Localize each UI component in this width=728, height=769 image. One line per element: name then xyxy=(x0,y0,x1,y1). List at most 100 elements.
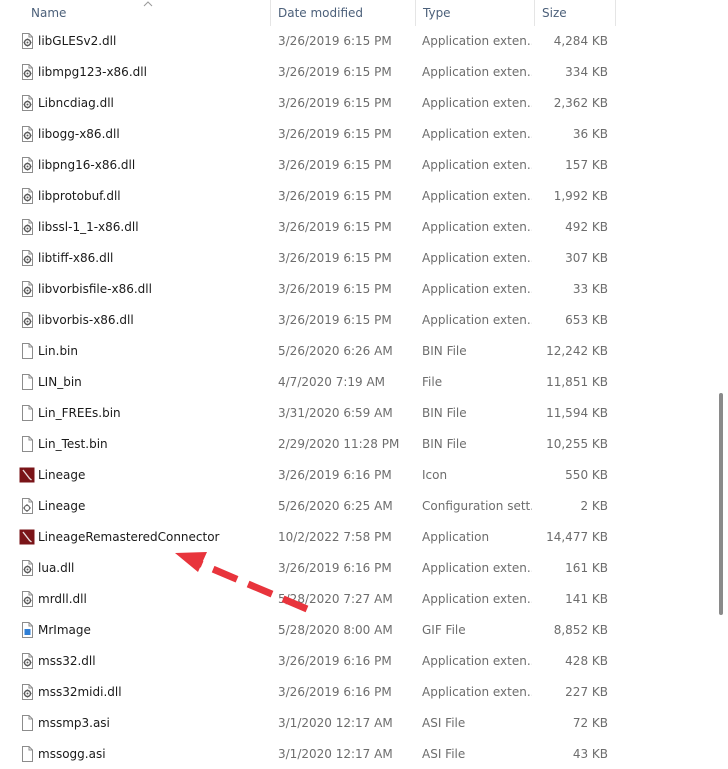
file-type: Application exten... xyxy=(422,282,532,296)
column-header-date[interactable]: Date modified xyxy=(271,0,415,26)
file-type: Application exten... xyxy=(422,685,532,699)
file-row[interactable]: Lineage 3/26/2019 6:16 PM Icon 550 KB xyxy=(0,460,616,491)
file-size: 14,477 KB xyxy=(546,530,608,544)
file-row[interactable]: MrImage 5/28/2020 8:00 AM GIF File 8,852 KB xyxy=(0,615,616,646)
file-name: LineageRemasteredConnector xyxy=(38,530,220,544)
file-name: mrdll.dll xyxy=(38,592,87,606)
vertical-scrollbar[interactable] xyxy=(718,0,728,769)
file-row[interactable]: mss32midi.dll 3/26/2019 6:16 PM Applicatio… xyxy=(0,677,616,708)
dll-gear-icon xyxy=(19,32,35,50)
dll-gear-icon xyxy=(19,156,35,174)
file-row[interactable]: libssl-1_1-x86.dll 3/26/2019 6:15 PM Appli… xyxy=(0,212,616,243)
file-row[interactable]: libogg-x86.dll 3/26/2019 6:15 PM Applicati… xyxy=(0,119,616,150)
column-separator[interactable] xyxy=(615,0,616,26)
lineage-app-icon xyxy=(19,466,35,484)
file-row[interactable]: mrdll.dll 5/28/2020 7:27 AM Application ex… xyxy=(0,584,616,615)
file-size: 307 KB xyxy=(565,251,608,265)
file-size: 33 KB xyxy=(572,282,608,296)
file-name: mss32.dll xyxy=(38,654,96,668)
file-name: libpng16-x86.dll xyxy=(38,158,136,172)
file-row[interactable]: libvorbis-x86.dll 3/26/2019 6:15 PM Applic… xyxy=(0,305,616,336)
file-size: 11,851 KB xyxy=(546,375,608,389)
file-type: Application exten... xyxy=(422,313,532,327)
dll-gear-icon xyxy=(19,63,35,81)
dll-gear-icon xyxy=(19,218,35,236)
file-date-modified: 3/26/2019 6:15 PM xyxy=(278,251,392,265)
file-row[interactable]: LIN_bin 4/7/2020 7:19 AM File 11,851 KB xyxy=(0,367,616,398)
file-row[interactable]: Libncdiag.dll 3/26/2019 6:15 PM Applicatio… xyxy=(0,88,616,119)
column-header-type[interactable]: Type xyxy=(416,0,534,26)
file-date-modified: 3/26/2019 6:15 PM xyxy=(278,158,392,172)
file-size: 12,242 KB xyxy=(546,344,608,358)
file-date-modified: 3/26/2019 6:16 PM xyxy=(278,685,392,699)
file-row[interactable]: libvorbisfile-x86.dll 3/26/2019 6:15 PM Ap… xyxy=(0,274,616,305)
file-date-modified: 5/26/2020 6:25 AM xyxy=(278,499,393,513)
file-row[interactable]: Lin.bin 5/26/2020 6:26 AM BIN File 12,242 K… xyxy=(0,336,616,367)
file-type: GIF File xyxy=(422,623,466,637)
file-row[interactable]: Lin_FREEs.bin 3/31/2020 6:59 AM BIN File 11… xyxy=(0,398,616,429)
file-date-modified: 10/2/2022 7:58 PM xyxy=(278,530,392,544)
file-row[interactable]: LineageRemasteredConnector 10/2/2022 7:58… xyxy=(0,522,616,553)
file-name: LIN_bin xyxy=(38,375,82,389)
file-type: File xyxy=(422,375,443,389)
file-row[interactable]: Lin_Test.bin 2/29/2020 11:28 PM BIN File 10… xyxy=(0,429,616,460)
file-size: 157 KB xyxy=(565,158,608,172)
column-header-size[interactable]: Size xyxy=(535,0,615,26)
dll-gear-icon xyxy=(19,187,35,205)
dll-gear-icon xyxy=(19,280,35,298)
file-type: BIN File xyxy=(422,344,467,358)
file-name: MrImage xyxy=(38,623,91,637)
file-row[interactable]: lua.dll 3/26/2019 6:16 PM Application exte… xyxy=(0,553,616,584)
scrollbar-thumb[interactable] xyxy=(719,393,723,615)
file-type: Application xyxy=(422,530,490,544)
file-date-modified: 3/31/2020 6:59 AM xyxy=(278,406,393,420)
file-name: Lineage xyxy=(38,499,86,513)
file-row[interactable]: libmpg123-x86.dll 3/26/2019 6:15 PM Applic… xyxy=(0,57,616,88)
file-row[interactable]: libtiff-x86.dll 3/26/2019 6:15 PM Applicat… xyxy=(0,243,616,274)
file-name: mssmp3.asi xyxy=(38,716,110,730)
file-name: libssl-1_1-x86.dll xyxy=(38,220,139,234)
file-name: libGLESv2.dll xyxy=(38,34,117,48)
file-row[interactable]: mss32.dll 3/26/2019 6:16 PM Application ex… xyxy=(0,646,616,677)
dll-gear-icon xyxy=(19,249,35,267)
file-type: Application exten... xyxy=(422,158,532,172)
file-row[interactable]: libGLESv2.dll 3/26/2019 6:15 PM Applicatio… xyxy=(0,26,616,57)
file-date-modified: 3/26/2019 6:15 PM xyxy=(278,282,392,296)
file-name: Lin_Test.bin xyxy=(38,437,108,451)
file-type: ASI File xyxy=(422,716,466,730)
file-row[interactable]: mssogg.asi 3/1/2020 12:17 AM ASI File 43 KB xyxy=(0,739,616,769)
file-date-modified: 3/26/2019 6:16 PM xyxy=(278,468,392,482)
file-date-modified: 5/28/2020 8:00 AM xyxy=(278,623,393,637)
file-date-modified: 3/1/2020 12:17 AM xyxy=(278,716,393,730)
file-explorer-list: Name Date modified Type Size libGLESv2.d… xyxy=(0,0,728,769)
file-name: libmpg123-x86.dll xyxy=(38,65,147,79)
file-date-modified: 3/26/2019 6:15 PM xyxy=(278,96,392,110)
file-size: 10,255 KB xyxy=(546,437,608,451)
file-row[interactable]: mssmp3.asi 3/1/2020 12:17 AM ASI File 72 KB xyxy=(0,708,616,739)
file-size: 43 KB xyxy=(572,747,608,761)
blank-file-icon xyxy=(19,435,35,453)
file-date-modified: 5/28/2020 7:27 AM xyxy=(278,592,393,606)
file-type: Application exten... xyxy=(422,592,532,606)
file-size: 161 KB xyxy=(565,561,608,575)
dll-gear-icon xyxy=(19,94,35,112)
file-type: BIN File xyxy=(422,437,467,451)
file-row[interactable]: Lineage 5/26/2020 6:25 AM Configuration se… xyxy=(0,491,616,522)
file-date-modified: 3/26/2019 6:15 PM xyxy=(278,189,392,203)
blank-file-icon xyxy=(19,714,35,732)
dll-gear-icon xyxy=(19,125,35,143)
file-type: ASI File xyxy=(422,747,466,761)
file-type: Configuration sett... xyxy=(422,499,532,513)
file-size: 2 KB xyxy=(580,499,608,513)
file-name: libvorbis-x86.dll xyxy=(38,313,134,327)
file-date-modified: 4/7/2020 7:19 AM xyxy=(278,375,386,389)
dll-gear-icon xyxy=(19,311,35,329)
file-row[interactable]: libpng16-x86.dll 3/26/2019 6:15 PM Applica… xyxy=(0,150,616,181)
file-name: libtiff-x86.dll xyxy=(38,251,114,265)
sort-ascending-icon xyxy=(143,1,153,7)
file-type: BIN File xyxy=(422,406,467,420)
file-date-modified: 3/26/2019 6:16 PM xyxy=(278,561,392,575)
dll-gear-icon xyxy=(19,683,35,701)
file-size: 11,594 KB xyxy=(546,406,608,420)
file-row[interactable]: libprotobuf.dll 3/26/2019 6:15 PM Applicat… xyxy=(0,181,616,212)
